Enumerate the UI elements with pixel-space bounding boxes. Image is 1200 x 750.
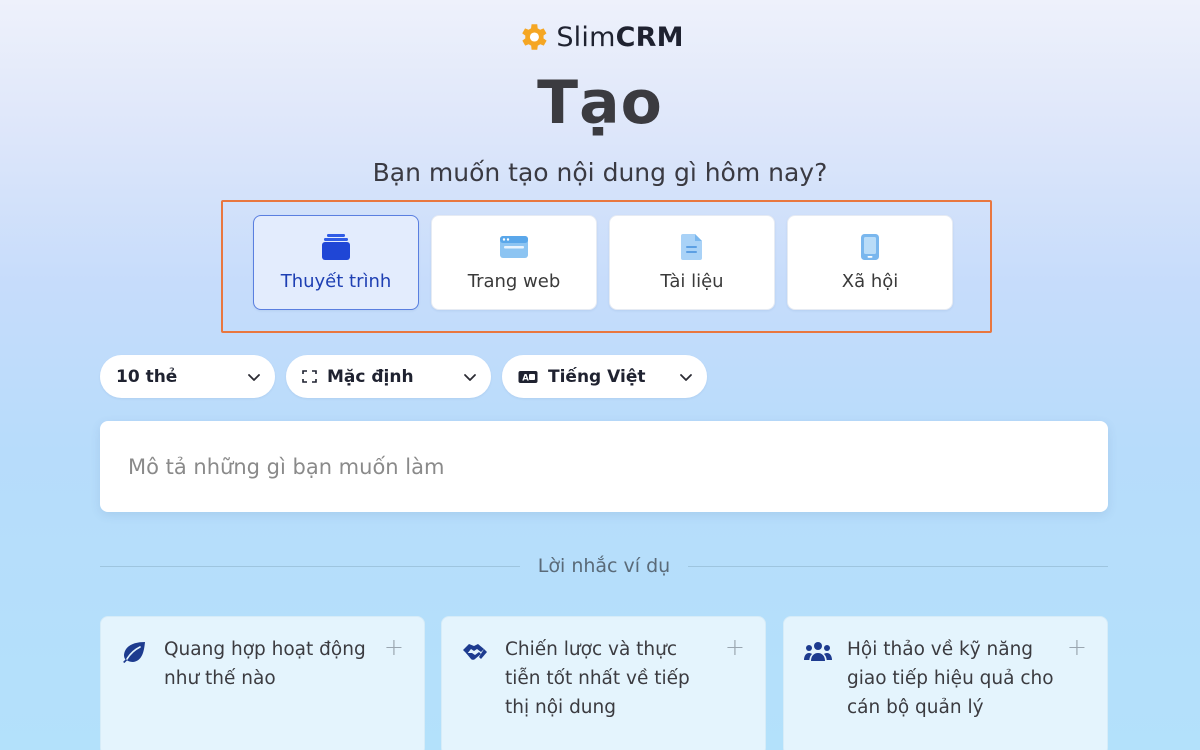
handshake-icon <box>463 644 487 660</box>
group-icon <box>804 642 832 661</box>
type-card-label: Thuyết trình <box>280 271 392 292</box>
phone-icon <box>861 234 879 260</box>
layout-value: Mặc định <box>327 366 414 387</box>
type-card-document[interactable]: Tài liệu <box>609 215 775 310</box>
cards-count-value: 10 thẻ <box>116 366 178 387</box>
chevron-down-icon <box>464 373 476 381</box>
gear-icon <box>522 24 547 50</box>
type-card-label: Xã hội <box>841 271 899 292</box>
example-card[interactable]: Chiến lược và thực tiễn tốt nhất về tiếp… <box>441 616 766 750</box>
type-card-webpage[interactable]: Trang web <box>431 215 597 310</box>
language-value: Tiếng Việt <box>548 366 646 387</box>
chevron-down-icon <box>680 373 692 381</box>
brand-name: SlimCRM <box>556 22 683 53</box>
language-select[interactable]: A Tiếng Việt <box>502 355 707 398</box>
type-card-label: Tài liệu <box>660 271 724 292</box>
examples-heading: Lời nhắc ví dụ <box>537 555 671 577</box>
example-text: Hội thảo về kỹ năng giao tiếp hiệu quả c… <box>847 639 1054 718</box>
divider-line <box>688 565 1108 567</box>
example-text: Quang hợp hoạt động như thế nào <box>164 639 366 689</box>
page-subtitle: Bạn muốn tạo nội dung gì hôm nay? <box>372 158 828 187</box>
presentation-icon <box>322 234 350 260</box>
svg-text:A: A <box>522 373 529 383</box>
document-icon <box>681 234 702 260</box>
type-card-social[interactable]: Xã hội <box>787 215 953 310</box>
divider-line <box>100 565 520 567</box>
chevron-down-icon <box>248 373 260 381</box>
page-title: Tạo <box>537 68 663 138</box>
leaf-icon <box>123 642 145 663</box>
example-card[interactable]: Quang hợp hoạt động như thế nào + <box>100 616 425 750</box>
brand-name-bold: CRM <box>615 21 684 53</box>
example-text: Chiến lược và thực tiễn tốt nhất về tiếp… <box>505 639 690 718</box>
type-card-presentation[interactable]: Thuyết trình <box>253 215 419 310</box>
frame-icon <box>302 370 317 383</box>
add-example-button[interactable]: + <box>1067 635 1087 659</box>
example-card[interactable]: Hội thảo về kỹ năng giao tiếp hiệu quả c… <box>783 616 1108 750</box>
webpage-icon <box>500 236 528 258</box>
examples-divider: Lời nhắc ví dụ <box>100 552 1108 580</box>
type-card-label: Trang web <box>467 271 561 292</box>
layout-select[interactable]: Mặc định <box>286 355 491 398</box>
prompt-input[interactable] <box>128 454 1108 479</box>
brand-name-light: Slim <box>556 21 616 53</box>
brand-logo[interactable]: SlimCRM <box>0 20 1200 54</box>
add-example-button[interactable]: + <box>725 635 745 659</box>
add-example-button[interactable]: + <box>384 635 404 659</box>
cards-count-select[interactable]: 10 thẻ <box>100 355 275 398</box>
language-icon: A <box>518 370 538 383</box>
prompt-box[interactable] <box>100 421 1108 512</box>
